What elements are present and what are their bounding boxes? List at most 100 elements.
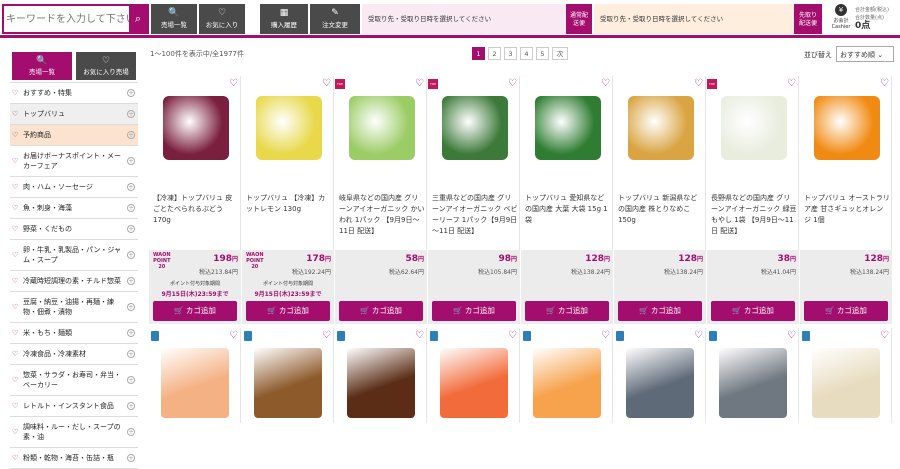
category-item[interactable]: ♡ 豆腐・納豆・油揚・再麺・練物・佃煮・漬物 + [10, 292, 138, 323]
product-image[interactable] [814, 96, 880, 160]
favorite-heart-icon[interactable]: ♡ [229, 78, 238, 89]
favorite-heart-icon[interactable]: ♡ [787, 330, 796, 341]
search-input[interactable] [6, 8, 130, 30]
heart-icon[interactable]: ♡ [12, 89, 18, 97]
heart-icon[interactable]: ♡ [12, 454, 18, 462]
page-button[interactable]: 次 [552, 47, 568, 60]
favorite-heart-icon[interactable]: ♡ [322, 330, 331, 341]
favorite-heart-icon[interactable]: ♡ [508, 330, 517, 341]
expand-icon[interactable]: + [127, 110, 135, 118]
add-to-cart-button[interactable]: 🛒 カゴ追加 [153, 301, 237, 321]
expand-icon[interactable]: + [127, 183, 135, 191]
heart-icon[interactable]: ♡ [12, 277, 18, 285]
expand-icon[interactable]: + [127, 376, 135, 384]
product-image[interactable] [442, 96, 508, 160]
search-icon[interactable]: ⌕ [129, 6, 147, 32]
page-button[interactable]: 1 [472, 47, 485, 60]
favorite-heart-icon[interactable]: ♡ [415, 78, 424, 89]
add-to-cart-button[interactable]: 🛒 カゴ追加 [711, 301, 795, 321]
page-button[interactable]: 4 [520, 47, 533, 60]
heart-icon[interactable]: ♡ [12, 376, 18, 384]
category-item[interactable]: ♡ 肉・ハム・ソーセージ + [10, 177, 138, 198]
expand-icon[interactable]: + [127, 350, 135, 358]
tab-sale-list[interactable]: 🔍 売場一覧 [12, 52, 72, 80]
delivery-select-normal[interactable]: 受取り先・受取り日時を選択してください [362, 4, 566, 34]
product-name[interactable]: 三重県などの国内産 グリーンアイオーガニック ベビーリーフ 1パック【9月9日～… [432, 193, 518, 237]
heart-icon[interactable]: ♡ [12, 183, 18, 191]
add-to-cart-button[interactable]: 🛒 カゴ追加 [618, 301, 702, 321]
expand-icon[interactable]: + [127, 131, 135, 139]
favorite-heart-icon[interactable]: ♡ [694, 330, 703, 341]
expand-icon[interactable]: + [127, 428, 135, 436]
category-item[interactable]: ♡ 魚・刺身・海藻 + [10, 198, 138, 219]
favorite-heart-icon[interactable]: ♡ [415, 330, 424, 341]
product-name[interactable]: トップバリュ オーストラリア産 甘さギュッとオレンジ 1個 [804, 193, 890, 226]
product-image[interactable] [161, 348, 229, 418]
favorite-heart-icon[interactable]: ♡ [508, 78, 517, 89]
heart-icon[interactable]: ♡ [12, 225, 18, 233]
product-name[interactable]: 長野県などの国内産 グリーンアイオーガニック 緑豆もやし 1袋 【9月9日～11… [711, 193, 797, 237]
product-image[interactable] [812, 348, 880, 418]
heart-icon[interactable]: ♡ [12, 204, 18, 212]
product-image[interactable] [256, 96, 322, 160]
sort-select[interactable]: おすすめ順 ⌄ [836, 46, 894, 62]
category-item[interactable]: ♡ 卵・牛乳・乳製品・パン・ジャム・スープ + [10, 240, 138, 271]
category-item[interactable]: ♡ 予約商品 + [10, 125, 138, 146]
category-item[interactable]: ♡ トップバリュ + [10, 104, 138, 125]
category-item[interactable]: ♡ 惣菜・サラダ・お寿司・弁当・ベーカリー + [10, 365, 138, 396]
add-to-cart-button[interactable]: 🛒 カゴ追加 [339, 301, 423, 321]
favorite-heart-icon[interactable]: ♡ [601, 330, 610, 341]
favorite-heart-icon[interactable]: ♡ [880, 78, 889, 89]
cashier-button[interactable]: ¥ お会計 Cashier [828, 4, 854, 34]
product-image[interactable] [721, 96, 787, 160]
heart-icon[interactable]: ♡ [12, 303, 18, 311]
history-button[interactable]: ▦ 購入履歴 [260, 4, 308, 34]
expand-icon[interactable]: + [127, 225, 135, 233]
category-item[interactable]: ♡ おすすめ・特集 + [10, 83, 138, 104]
add-to-cart-button[interactable]: 🛒 カゴ追加 [246, 301, 330, 321]
expand-icon[interactable]: + [127, 204, 135, 212]
add-to-cart-button[interactable]: 🛒 カゴ追加 [804, 301, 888, 321]
product-name[interactable]: 岐阜県などの国内産 グリーンアイオーガニック かいわれ 1パック 【9月9日～1… [339, 193, 425, 237]
tab-favorite-sales[interactable]: ♡ お気に入り売場 [76, 52, 136, 80]
heart-icon[interactable]: ♡ [12, 110, 18, 118]
favorite-heart-icon[interactable]: ♡ [229, 330, 238, 341]
expand-icon[interactable]: + [127, 402, 135, 410]
heart-icon[interactable]: ♡ [12, 428, 18, 436]
page-button[interactable]: 2 [488, 47, 501, 60]
favorite-heart-icon[interactable]: ♡ [694, 78, 703, 89]
product-image[interactable] [533, 348, 601, 418]
product-image[interactable] [347, 348, 415, 418]
sale-list-button[interactable]: 🔍 売場一覧 [151, 4, 197, 34]
favorite-heart-icon[interactable]: ♡ [880, 330, 889, 341]
category-item[interactable]: ♡ 冷凍食品・冷凍素材 + [10, 344, 138, 365]
heart-icon[interactable]: ♡ [12, 329, 18, 337]
heart-icon[interactable]: ♡ [12, 157, 18, 165]
expand-icon[interactable]: + [127, 454, 135, 462]
page-button[interactable]: 3 [504, 47, 517, 60]
advance-delivery-button[interactable]: 先取り 配送便 [794, 4, 822, 34]
category-item[interactable]: ♡ お届けボーナスポイント・メーカーフェア + [10, 146, 138, 177]
normal-delivery-button[interactable]: 通常配 送便 [566, 4, 592, 34]
page-button[interactable]: 5 [536, 47, 549, 60]
product-image[interactable] [254, 348, 322, 418]
expand-icon[interactable]: + [127, 157, 135, 165]
heart-icon[interactable]: ♡ [12, 131, 18, 139]
product-name[interactable]: 【冷凍】トップバリュ 皮ごとたべられるぶどう 170g [153, 193, 239, 226]
product-name[interactable]: トップバリュ 【冷凍】カットレモン 130g [246, 193, 332, 215]
category-item[interactable]: ♡ 野菜・くだもの + [10, 219, 138, 240]
product-image[interactable] [535, 96, 601, 160]
heart-icon[interactable]: ♡ [12, 350, 18, 358]
expand-icon[interactable]: + [127, 251, 135, 259]
favorite-heart-icon[interactable]: ♡ [601, 78, 610, 89]
product-image[interactable] [440, 348, 508, 418]
product-name[interactable]: トップバリュ 新潟県などの国内産 株とりなめこ 150g [618, 193, 704, 226]
category-item[interactable]: ♡ 米・もち・麺類 + [10, 323, 138, 344]
delivery-select-advance[interactable]: 受取り先・受取り日時を選択してください [594, 4, 794, 34]
category-item[interactable]: ♡ 冷蔵時短調理の素・チルド惣菜 + [10, 271, 138, 292]
order-change-button[interactable]: ✎ 注文変更 [310, 4, 360, 34]
category-item[interactable]: ♡ 粉類・乾物・海苔・缶詰・瓶 + [10, 448, 138, 469]
product-image[interactable] [628, 96, 694, 160]
heart-icon[interactable]: ♡ [12, 251, 18, 259]
heart-icon[interactable]: ♡ [12, 402, 18, 410]
